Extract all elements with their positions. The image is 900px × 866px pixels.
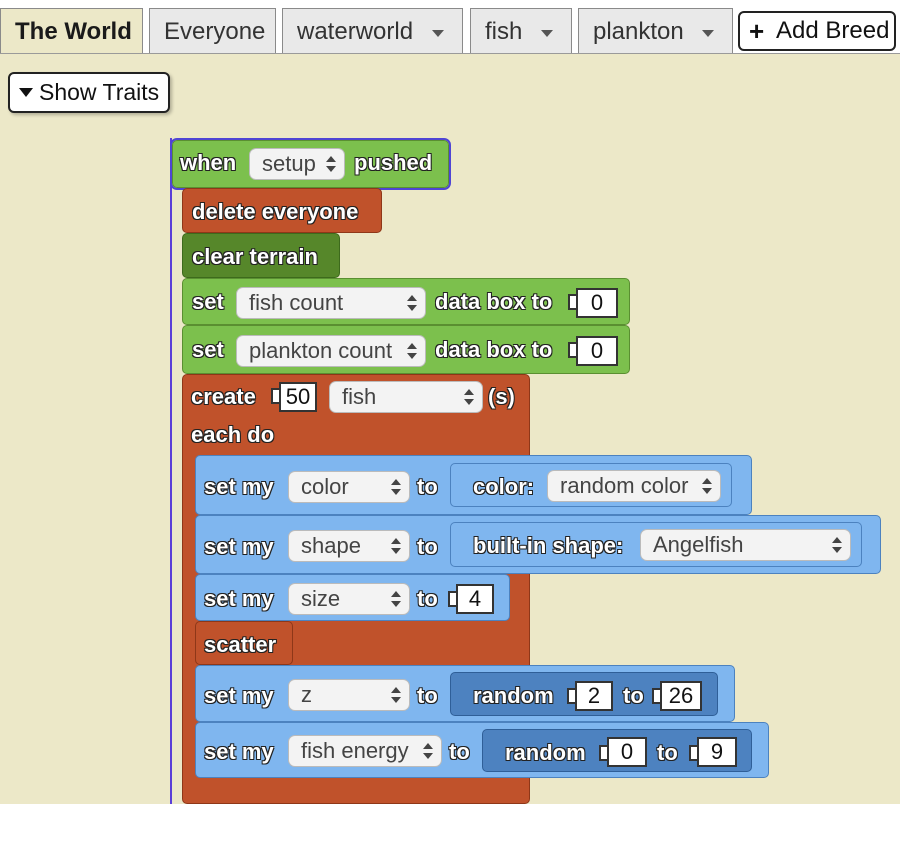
- size-value-field[interactable]: 4: [456, 584, 494, 614]
- random-to-field[interactable]: 9: [697, 737, 737, 767]
- delete-everyone-block[interactable]: delete everyone: [182, 188, 382, 233]
- trait-dropdown[interactable]: shape: [288, 530, 410, 562]
- sort-arrows-icon: [702, 478, 712, 494]
- clear-terrain-block[interactable]: clear terrain: [182, 233, 340, 278]
- set-my-z-block[interactable]: set my z to random 2 to 26: [195, 665, 735, 722]
- color-reporter-block[interactable]: color: random color: [450, 463, 732, 507]
- random-reporter-block[interactable]: random 0 to 9: [482, 729, 752, 772]
- plus-icon: +: [749, 16, 765, 46]
- tab-bar: The World Everyone waterworld fish plank…: [0, 0, 900, 55]
- set-my-size-block[interactable]: set my size to 4: [195, 574, 510, 621]
- data-box-dropdown[interactable]: plankton count: [236, 335, 426, 367]
- shape-reporter-block[interactable]: built-in shape: Angelfish: [450, 522, 862, 567]
- sort-arrows-icon: [832, 537, 842, 553]
- sort-arrows-icon: [407, 295, 417, 311]
- shape-dropdown[interactable]: Angelfish: [640, 529, 851, 561]
- set-plankton-count-block[interactable]: set plankton count data box to 0: [182, 325, 630, 374]
- random-from-field[interactable]: 2: [575, 681, 613, 711]
- trait-dropdown[interactable]: z: [288, 679, 410, 711]
- setup-dropdown[interactable]: setup: [249, 148, 345, 180]
- add-breed-button[interactable]: + Add Breed: [738, 11, 896, 51]
- tab-waterworld[interactable]: waterworld: [282, 8, 463, 53]
- create-count-field[interactable]: 50: [279, 382, 317, 412]
- create-breed-dropdown[interactable]: fish: [329, 381, 483, 413]
- chevron-down-icon[interactable]: [541, 30, 553, 37]
- sort-arrows-icon: [391, 479, 401, 495]
- when-setup-pushed-block[interactable]: when setup pushed: [170, 138, 451, 190]
- stack-spine: [170, 138, 172, 804]
- random-reporter-block[interactable]: random 2 to 26: [450, 672, 718, 716]
- data-box-dropdown[interactable]: fish count: [236, 287, 426, 319]
- sort-arrows-icon: [326, 156, 336, 172]
- fish-count-value-field[interactable]: 0: [576, 288, 618, 318]
- set-fish-count-block[interactable]: set fish count data box to 0: [182, 278, 630, 325]
- sort-arrows-icon: [391, 538, 401, 554]
- tab-plankton[interactable]: plankton: [578, 8, 733, 53]
- trait-dropdown[interactable]: color: [288, 471, 410, 503]
- random-to-field[interactable]: 26: [660, 681, 702, 711]
- sort-arrows-icon: [391, 687, 401, 703]
- sort-arrows-icon: [423, 743, 433, 759]
- trait-dropdown[interactable]: size: [288, 583, 410, 615]
- color-dropdown[interactable]: random color: [547, 470, 721, 502]
- tab-fish[interactable]: fish: [470, 8, 572, 53]
- show-traits-button[interactable]: Show Traits: [8, 72, 170, 113]
- caret-down-icon: [19, 88, 33, 97]
- set-my-shape-block[interactable]: set my shape to built-in shape: Angelfis…: [195, 515, 881, 574]
- scatter-block[interactable]: scatter: [195, 621, 293, 665]
- trait-dropdown[interactable]: fish energy: [288, 735, 442, 767]
- chevron-down-icon[interactable]: [702, 30, 714, 37]
- sort-arrows-icon: [407, 343, 417, 359]
- plankton-count-value-field[interactable]: 0: [576, 336, 618, 366]
- sort-arrows-icon: [391, 591, 401, 607]
- set-my-fish-energy-block[interactable]: set my fish energy to random 0 to 9: [195, 722, 769, 778]
- random-from-field[interactable]: 0: [607, 737, 647, 767]
- sort-arrows-icon: [464, 389, 474, 405]
- tab-the-world[interactable]: The World: [0, 8, 143, 55]
- tab-everyone[interactable]: Everyone: [149, 8, 276, 53]
- block-workspace[interactable]: Show Traits when setup pushed create 50 …: [0, 54, 900, 804]
- set-my-color-block[interactable]: set my color to color: random color: [195, 455, 752, 515]
- chevron-down-icon[interactable]: [432, 30, 444, 37]
